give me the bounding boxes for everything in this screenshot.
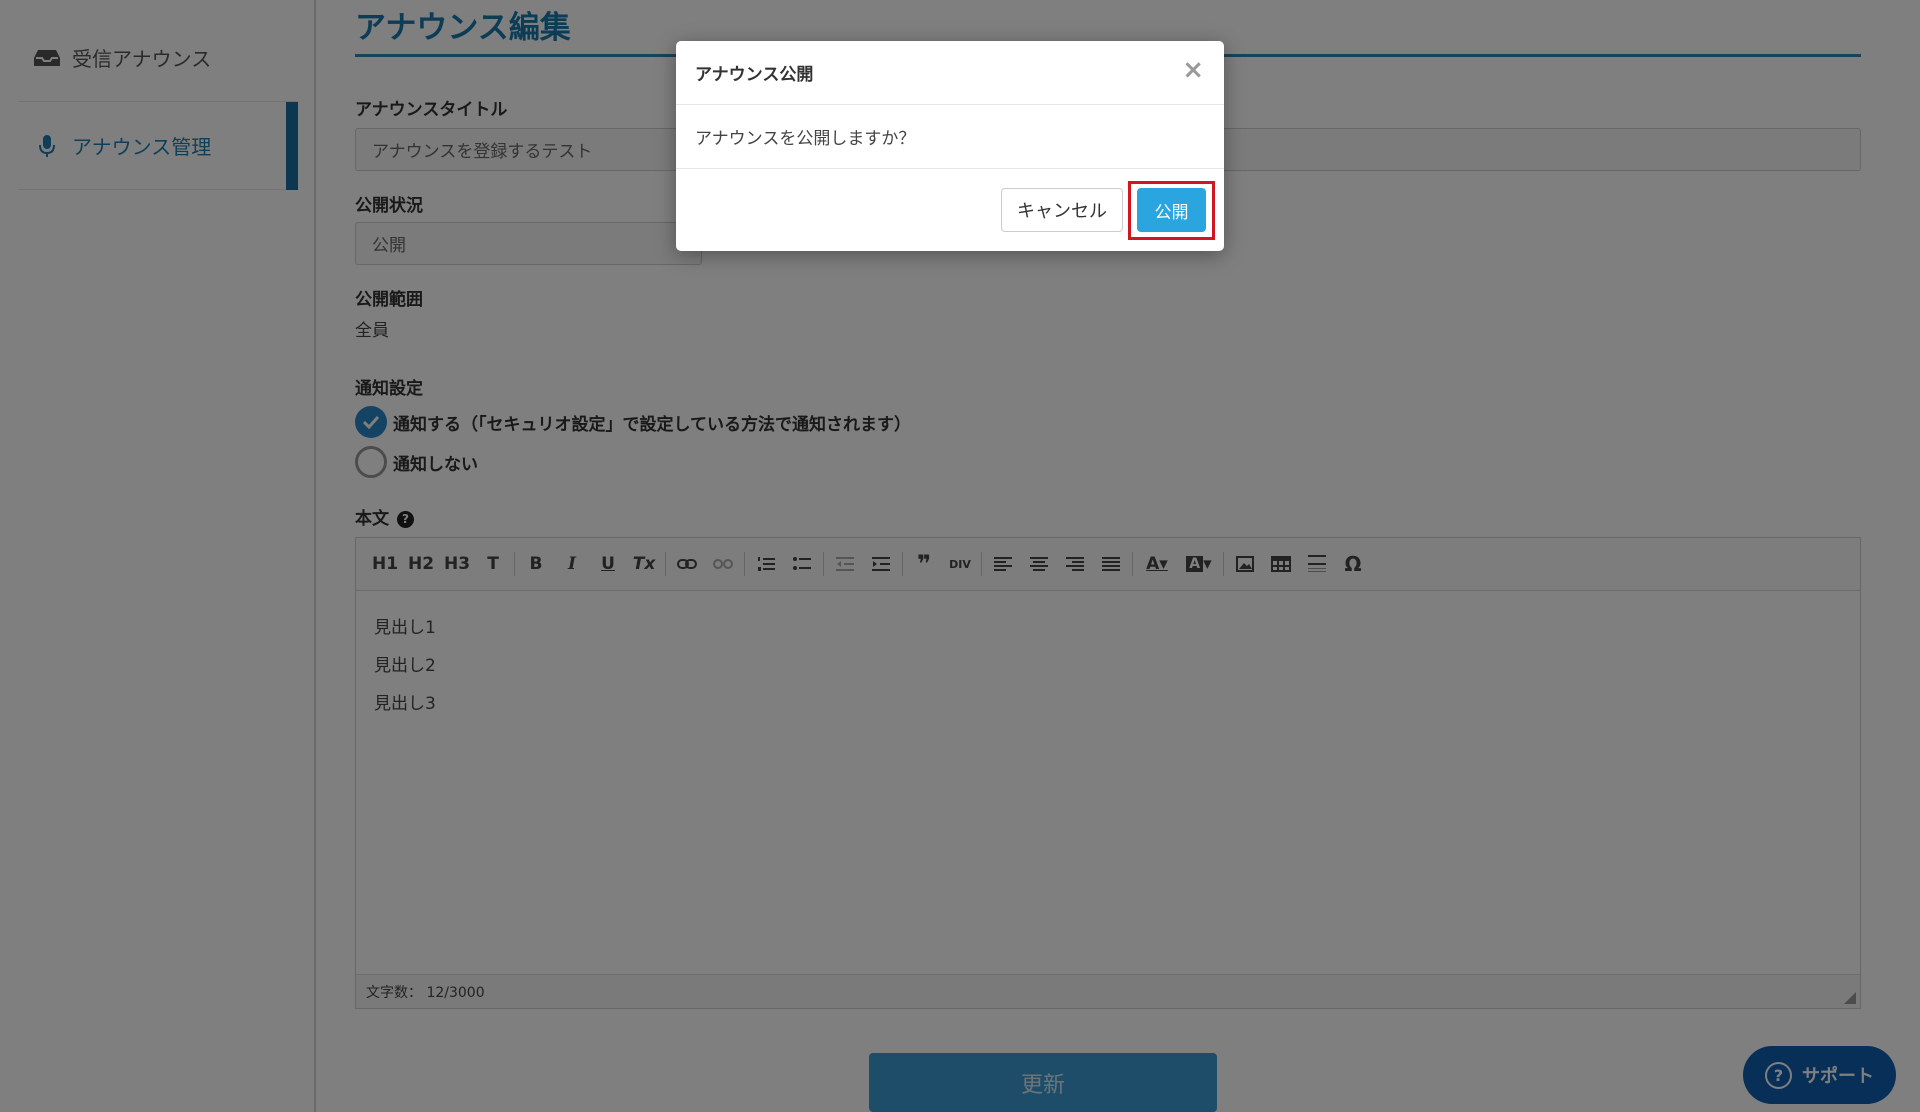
highlight-box: 公開 xyxy=(1128,181,1215,240)
close-icon[interactable]: × xyxy=(1182,57,1204,83)
dialog-header: アナウンス公開 × xyxy=(676,41,1224,105)
cancel-button[interactable]: キャンセル xyxy=(1001,188,1123,232)
dialog-message: アナウンスを公開しますか？ xyxy=(676,105,1224,169)
dialog-title: アナウンス公開 xyxy=(695,65,814,85)
dialog-footer: キャンセル 公開 xyxy=(676,169,1224,249)
publish-button[interactable]: 公開 xyxy=(1137,188,1206,232)
publish-dialog: アナウンス公開 × アナウンスを公開しますか？ キャンセル 公開 xyxy=(676,41,1224,251)
